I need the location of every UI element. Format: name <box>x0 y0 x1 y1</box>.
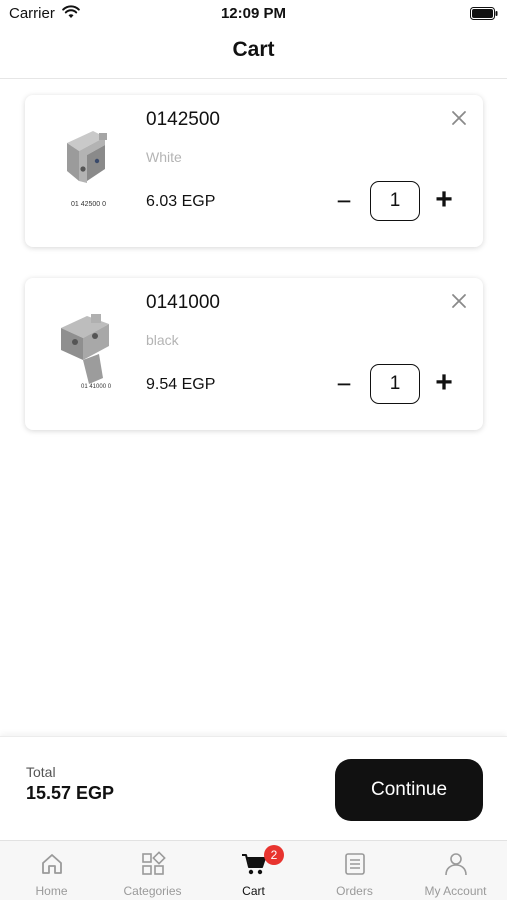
decrease-quantity-button[interactable]: − <box>333 370 355 400</box>
tab-home[interactable]: Home <box>1 841 102 900</box>
orders-icon <box>344 853 365 875</box>
increase-quantity-button[interactable]: + <box>430 185 458 217</box>
tab-label: Categories <box>123 884 182 898</box>
remove-item-button[interactable] <box>449 291 469 311</box>
product-thumbnail-caption: 01 41000 0 <box>81 384 112 390</box>
cart-count-badge: 2 <box>264 845 284 865</box>
product-thumbnail <box>67 131 107 183</box>
status-bar: Carrier 12:09 PM <box>0 0 507 28</box>
total-value: 15.57 EGP <box>26 783 115 803</box>
tab-bar: Home Categories Cart Orders My Account <box>0 840 507 900</box>
cart-item-card: 01 42500 0 0142500 White 6.03 EGP − 1 + <box>25 95 483 247</box>
product-thumbnail-caption: 01 42500 0 <box>71 201 107 208</box>
home-icon <box>41 854 62 874</box>
categories-icon <box>141 851 166 875</box>
account-icon <box>444 853 467 876</box>
tab-label: Home <box>35 884 68 898</box>
product-color: White <box>146 149 182 165</box>
increase-quantity-button[interactable]: + <box>430 368 458 400</box>
tab-label: Cart <box>242 884 265 898</box>
decrease-quantity-button[interactable]: − <box>333 187 355 217</box>
tab-categories[interactable]: Categories <box>102 841 203 900</box>
product-color: black <box>146 332 179 348</box>
quantity-field[interactable]: 1 <box>370 364 420 404</box>
tab-orders[interactable]: Orders <box>304 841 405 900</box>
cart-icon <box>241 854 266 875</box>
remove-item-button[interactable] <box>449 108 469 128</box>
checkout-footer: Total 15.57 EGP Continue <box>0 736 507 840</box>
quantity-field[interactable]: 1 <box>370 181 420 221</box>
cart-item-card: 01 41000 0 0141000 black 9.54 EGP − 1 + <box>25 278 483 430</box>
clock-time: 12:09 PM <box>220 5 287 22</box>
tab-my-account[interactable]: My Account <box>405 841 506 900</box>
page-title: Cart <box>232 38 275 61</box>
product-code: 0142500 <box>146 109 220 130</box>
product-code: 0141000 <box>146 292 220 313</box>
tab-label: My Account <box>424 884 487 898</box>
continue-button[interactable]: Continue <box>335 759 483 821</box>
product-price: 6.03 EGP <box>146 193 216 210</box>
tab-cart[interactable]: Cart <box>203 841 304 900</box>
battery-icon <box>470 7 498 20</box>
product-price: 9.54 EGP <box>146 376 216 393</box>
total-label: Total <box>26 764 56 780</box>
tab-label: Orders <box>336 884 373 898</box>
header-divider <box>0 78 507 79</box>
product-thumbnail <box>61 314 109 384</box>
